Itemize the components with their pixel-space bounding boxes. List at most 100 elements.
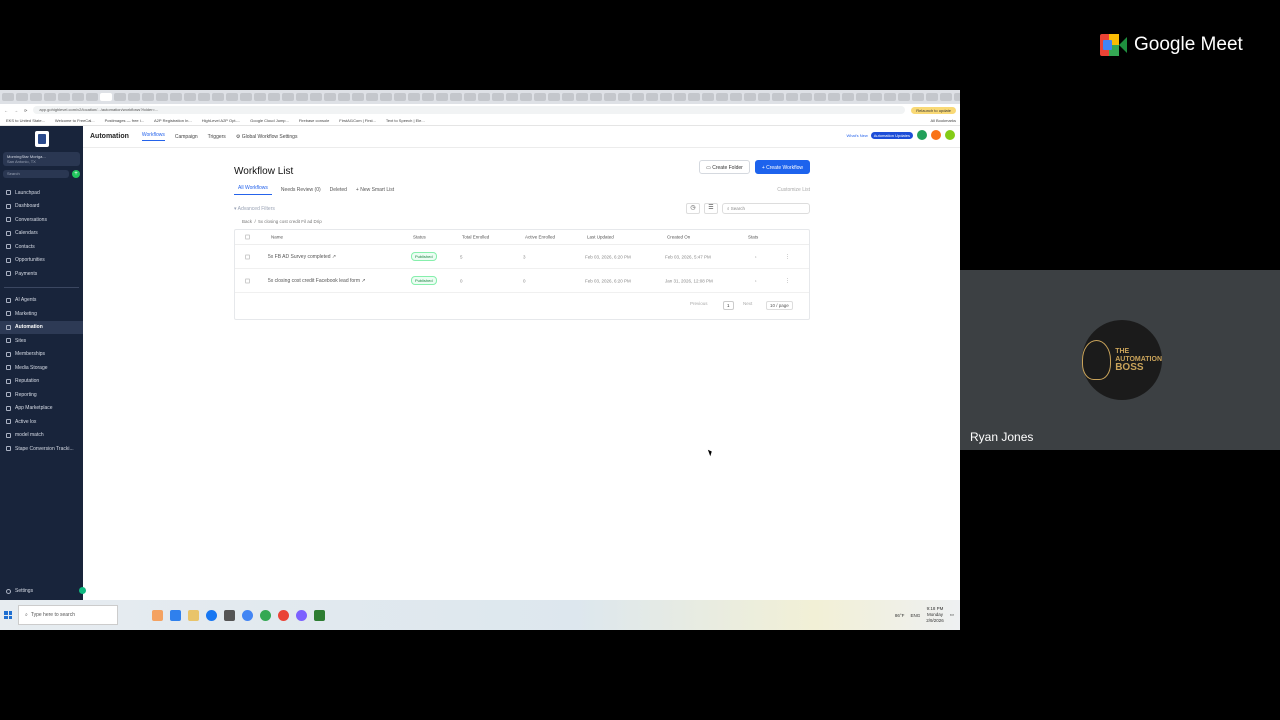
bookmark-item[interactable]: Google Cloud Jump... bbox=[250, 118, 289, 123]
new-smart-list-button[interactable]: + New Smart List bbox=[356, 187, 394, 193]
col-total-enrolled[interactable]: Total Enrolled bbox=[462, 235, 489, 240]
col-active-enrolled[interactable]: Active Enrolled bbox=[525, 235, 555, 240]
breadcrumb-back[interactable]: Back bbox=[242, 219, 252, 224]
more-options-icon[interactable]: ⋮ bbox=[785, 278, 790, 284]
table-row[interactable]: 5x closing cost credit Facebook lead for… bbox=[235, 269, 809, 293]
create-workflow-button[interactable]: + Create Workflow bbox=[754, 160, 810, 174]
col-stats[interactable]: Stats bbox=[748, 235, 758, 240]
language-indicator[interactable]: ENG bbox=[910, 613, 920, 618]
app-icon[interactable] bbox=[224, 609, 235, 621]
tab-workflows[interactable]: Workflows bbox=[141, 132, 165, 141]
bookmark-item[interactable]: EKS to United State... bbox=[6, 118, 45, 123]
windows-start-icon[interactable] bbox=[4, 611, 12, 619]
total-enrolled[interactable]: 5 bbox=[460, 254, 463, 259]
notifications-icon[interactable]: ▭ bbox=[950, 612, 954, 618]
chrome-icon[interactable] bbox=[296, 609, 307, 621]
search-input[interactable]: ⌕ Search bbox=[722, 203, 810, 214]
external-link-icon[interactable]: ↗ bbox=[361, 278, 365, 284]
app-icon[interactable] bbox=[152, 609, 163, 621]
create-folder-button[interactable]: ▭ Create Folder bbox=[699, 160, 750, 174]
sidebar-item-contacts[interactable]: Contacts bbox=[0, 240, 83, 254]
external-link-icon[interactable]: ↗ bbox=[332, 254, 336, 260]
total-enrolled[interactable]: 0 bbox=[460, 278, 463, 283]
active-enrolled[interactable]: 0 bbox=[523, 278, 526, 283]
previous-page-button[interactable]: Previous bbox=[690, 301, 708, 306]
tab-deleted[interactable]: Deleted bbox=[330, 187, 347, 193]
tab-campaign[interactable]: Campaign bbox=[175, 134, 198, 140]
weather-temp[interactable]: 86°F bbox=[895, 613, 905, 618]
browser-tab-strip[interactable] bbox=[0, 90, 960, 104]
sidebar-item-settings[interactable]: Settings bbox=[6, 588, 33, 594]
next-page-button[interactable]: Next bbox=[743, 301, 752, 306]
chrome-icon[interactable] bbox=[242, 609, 253, 621]
workflow-name-link[interactable]: 5x closing cost credit Facebook lead for… bbox=[268, 278, 366, 284]
bookmark-item[interactable]: Text to Speech | Ele... bbox=[386, 118, 425, 123]
table-row[interactable]: 5x FB AD Survey completed ↗ Published 5 … bbox=[235, 245, 809, 269]
bookmark-item[interactable]: A2P Registration In... bbox=[154, 118, 192, 123]
sidebar-item-stape[interactable]: Stape Conversion Tracki... bbox=[0, 442, 83, 456]
sidebar-item-ai-agents[interactable]: AI Agents bbox=[0, 294, 83, 308]
sidebar-item-marketing[interactable]: Marketing bbox=[0, 307, 83, 321]
reload-icon[interactable]: ⟳ bbox=[24, 108, 27, 113]
stats-chevron-icon[interactable]: › bbox=[755, 254, 757, 259]
sidebar-item-payments[interactable]: Payments bbox=[0, 267, 83, 281]
sidebar-item-reputation[interactable]: Reputation bbox=[0, 375, 83, 389]
taskbar-search[interactable]: ⌕ Type here to search bbox=[18, 605, 118, 625]
bookmark-item[interactable]: Postimages — free i... bbox=[105, 118, 144, 123]
notification-icon[interactable] bbox=[931, 130, 941, 140]
active-enrolled[interactable]: 3 bbox=[523, 254, 526, 259]
back-icon[interactable]: ← bbox=[4, 108, 8, 113]
history-icon[interactable]: ◷ bbox=[686, 203, 700, 214]
bookmark-item[interactable]: HighLevel A2P Opt-... bbox=[202, 118, 240, 123]
sidebar-item-model-match[interactable]: model match bbox=[0, 429, 83, 443]
sidebar-item-app-marketplace[interactable]: App Marketplace bbox=[0, 402, 83, 416]
folder-icon[interactable] bbox=[188, 609, 199, 621]
all-bookmarks[interactable]: All Bookmarks bbox=[930, 118, 960, 123]
sidebar-item-launchpad[interactable]: Launchpad bbox=[0, 186, 83, 200]
clock[interactable]: 9:18 PM Monday 2/9/2026 bbox=[926, 606, 944, 624]
col-created-on[interactable]: Created On bbox=[667, 235, 690, 240]
advanced-filters-button[interactable]: ▾ Advanced Filters bbox=[234, 206, 275, 212]
row-checkbox[interactable] bbox=[245, 254, 250, 259]
per-page-select[interactable]: 10 / page bbox=[766, 301, 793, 310]
sidebar-item-opportunities[interactable]: Opportunities bbox=[0, 254, 83, 268]
phone-icon[interactable] bbox=[917, 130, 927, 140]
whats-new[interactable]: What's New Automation Updates bbox=[847, 131, 913, 139]
quick-add-icon[interactable]: + bbox=[72, 170, 80, 178]
global-workflow-settings[interactable]: ⚙ Global Workflow Settings bbox=[236, 134, 298, 140]
app-icon[interactable] bbox=[314, 609, 325, 621]
list-view-icon[interactable]: ☰ bbox=[704, 203, 718, 214]
relaunch-button[interactable]: Relaunch to update bbox=[911, 106, 956, 114]
sidebar-item-media-storage[interactable]: Media Storage bbox=[0, 361, 83, 375]
stats-chevron-icon[interactable]: › bbox=[755, 278, 757, 283]
select-all-checkbox[interactable] bbox=[245, 234, 250, 240]
sidebar-search-input[interactable]: Search bbox=[3, 170, 69, 178]
tab-all-workflows[interactable]: All Workflows bbox=[234, 185, 272, 195]
bookmark-item[interactable]: Welcome to FreeCal... bbox=[55, 118, 95, 123]
location-switcher[interactable]: MorningStar Mortga... San Antonio, TX bbox=[3, 152, 80, 166]
customize-list-button[interactable]: Customize List bbox=[777, 187, 810, 193]
facebook-icon[interactable] bbox=[206, 609, 217, 621]
participant-tile[interactable]: THE AUTOMATION BOSS Ryan Jones bbox=[960, 270, 1280, 450]
tab-needs-review[interactable]: Needs Review (0) bbox=[281, 187, 321, 193]
workflow-name-link[interactable]: 5x FB AD Survey completed ↗ bbox=[268, 254, 336, 260]
more-options-icon[interactable]: ⋮ bbox=[785, 254, 790, 260]
avatar[interactable] bbox=[945, 130, 955, 140]
app-icon[interactable] bbox=[170, 609, 181, 621]
sidebar-item-reporting[interactable]: Reporting bbox=[0, 388, 83, 402]
chrome-icon[interactable] bbox=[278, 609, 289, 621]
sidebar-item-conversations[interactable]: Conversations bbox=[0, 213, 83, 227]
automation-updates-badge[interactable]: Automation Updates bbox=[870, 131, 913, 139]
page-number[interactable]: 1 bbox=[723, 301, 734, 310]
sidebar-item-calendars[interactable]: Calendars bbox=[0, 227, 83, 241]
bookmark-item[interactable]: FirstAI1Com | First... bbox=[339, 118, 376, 123]
url-field[interactable]: app.gohighlevel.com/v2/location/.../auto… bbox=[33, 106, 906, 114]
sidebar-item-dashboard[interactable]: Dashboard bbox=[0, 200, 83, 214]
sidebar-item-sites[interactable]: Sites bbox=[0, 334, 83, 348]
col-name[interactable]: Name bbox=[271, 235, 283, 240]
sidebar-item-automation[interactable]: Automation bbox=[0, 320, 83, 334]
row-checkbox[interactable] bbox=[245, 278, 250, 283]
chrome-icon[interactable] bbox=[260, 609, 271, 621]
col-status[interactable]: Status bbox=[413, 235, 426, 240]
forward-icon[interactable]: → bbox=[14, 108, 18, 113]
